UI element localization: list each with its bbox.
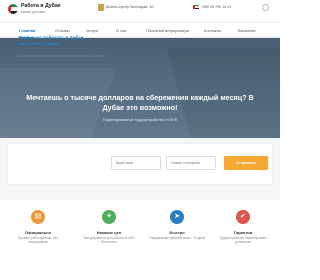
feature-text: Оформление рабочей визы - 10 дней <box>149 236 205 240</box>
form-title: Твой шанс работать в Дубае начинается зд… <box>18 35 84 46</box>
feature-title: Быстро <box>169 230 185 235</box>
nav-item-reviews[interactable]: Отзывы <box>55 28 70 33</box>
header-phone[interactable]: +380 99 796 15 41 <box>201 5 231 9</box>
location-icon <box>98 4 104 11</box>
nav-item-vacancies[interactable]: Вакансии <box>238 28 256 33</box>
phone-flag-icon <box>193 5 199 9</box>
feature-text: Все документы для работы в ОАЭ бесплатно <box>83 236 135 245</box>
brand-title[interactable]: Работа в Дубае <box>21 3 61 9</box>
header-address: Бизнес-Центр Вилладжи, 10 <box>106 5 154 9</box>
document-icon: ▤ <box>31 210 45 224</box>
feature-title: Гарантии <box>233 230 253 235</box>
uae-flag-logo-icon[interactable] <box>8 4 18 14</box>
site-header: Работа в Дубае Найти для вас Бизнес-Цент… <box>0 0 280 22</box>
hero-subtitle: Гарантированное трудоустройство от КПК <box>102 118 178 122</box>
feature-text: Прямые работодатели, без посредников <box>17 236 59 245</box>
shield-icon: ✔ <box>236 210 250 224</box>
form-note: Оставьте заявку и мы с вами свяжемся в т… <box>18 54 106 58</box>
phone-input[interactable] <box>166 156 216 170</box>
hero-banner: Мечтаешь о тысяче долларов на сбережения… <box>0 38 280 138</box>
nav-item-home[interactable]: Главная <box>19 28 35 33</box>
nav-item-services[interactable]: Услуги <box>86 28 98 33</box>
submit-button[interactable]: Отправить <box>224 156 268 170</box>
rocket-icon: ➤ <box>170 210 184 224</box>
lead-form-card: Отправить <box>8 144 272 184</box>
price-tag-icon: ✦ <box>102 210 116 224</box>
name-input[interactable] <box>111 156 161 170</box>
lead-form-section: Отправить <box>0 138 280 200</box>
brand-subtitle: Найти для вас <box>21 10 46 14</box>
feature-title: Никаких цен <box>96 230 122 235</box>
nav-item-about[interactable]: О нас <box>116 28 127 33</box>
feature-title: Официально <box>24 230 52 235</box>
hero-title: Мечтаешь о тысяче долларов на сбережения… <box>26 93 254 112</box>
nav-item-contacts[interactable]: Контакты <box>204 28 221 33</box>
menu-circle-icon[interactable] <box>262 4 269 11</box>
nav-item-useful-info[interactable]: Полезная информация <box>146 28 189 33</box>
feature-text: Трудоустройство гарантировано договором <box>219 236 267 245</box>
